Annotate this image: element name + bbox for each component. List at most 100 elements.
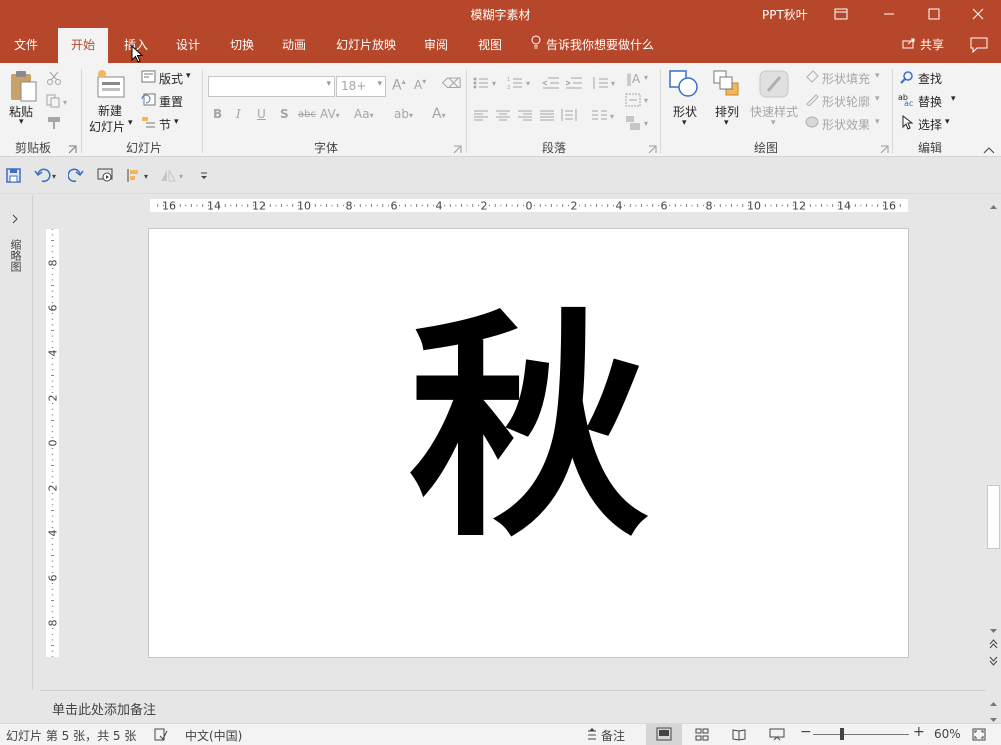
paste-dropdown-icon[interactable]: ▾ [19,117,24,127]
quick-styles-dropdown-icon[interactable]: ▾ [771,118,776,128]
tab-file[interactable]: 文件 [4,28,48,63]
maximize-icon[interactable] [911,0,957,28]
notes-pane[interactable]: 单击此处添加备注 [40,690,986,723]
increase-indent-icon[interactable] [565,76,583,93]
previous-slide-icon[interactable] [989,638,998,652]
shapes-dropdown-icon[interactable]: ▾ [682,118,687,128]
smartart-convert-icon[interactable]: ▾ [625,115,651,134]
replace-button[interactable]: 替换 [918,93,942,110]
text-shadow-icon[interactable]: S [280,107,289,121]
next-slide-icon[interactable] [989,655,998,669]
format-painter-icon[interactable] [46,116,62,133]
normal-view-icon[interactable] [646,724,682,745]
highlight-icon[interactable]: ab▾ [394,107,413,121]
shape-outline-icon[interactable] [805,93,820,109]
scroll-down-icon[interactable] [989,623,998,637]
notes-toggle-icon[interactable] [586,728,598,744]
save-icon[interactable] [6,168,21,186]
replace-icon[interactable]: ab ac [898,92,914,109]
thumbnails-panel[interactable]: 缩略图 [0,195,33,690]
font-size-dropdown-icon[interactable]: ▾ [377,79,382,89]
line-spacing-icon[interactable]: ▾ [591,76,617,93]
new-slide-label-2[interactable]: 幻灯片 [89,118,125,135]
notes-toggle-button[interactable]: 备注 [601,727,625,744]
shape-effects-icon[interactable] [805,116,820,132]
shape-fill-icon[interactable] [805,70,820,86]
tell-me-search[interactable]: 告诉我你想要做什么 [530,28,654,63]
slideshow-view-icon[interactable] [769,728,785,744]
align-objects-icon[interactable]: ▾ [126,168,152,186]
language-indicator[interactable]: 中文(中国) [185,727,242,744]
cut-icon[interactable] [46,71,62,88]
align-right-icon[interactable] [517,110,533,125]
character-spacing-icon[interactable]: AV▾ [320,107,340,121]
distributed-icon[interactable] [561,108,577,125]
copy-icon[interactable]: ▾ [46,94,72,111]
numbering-icon[interactable]: 1 3 ▾ [507,76,533,93]
shape-outline-dropdown-icon[interactable]: ▾ [875,94,880,104]
align-center-icon[interactable] [495,110,511,125]
tab-view[interactable]: 视图 [468,28,512,63]
select-dropdown-icon[interactable]: ▾ [945,117,950,127]
zoom-slider[interactable] [813,734,909,735]
bold-icon[interactable]: B [213,107,222,121]
expand-thumbnails-icon[interactable] [11,213,19,227]
font-name-dropdown-icon[interactable]: ▾ [326,79,331,89]
shapes-icon[interactable] [668,69,700,102]
strikethrough-icon[interactable]: abc [298,109,316,120]
tab-home[interactable]: 开始 [58,28,108,63]
slide-canvas[interactable]: 秋 [148,228,909,658]
zoom-slider-handle[interactable] [840,728,844,740]
clear-formatting-icon[interactable]: ⌫ [442,76,462,92]
change-case-icon[interactable]: Aa▾ [354,107,374,121]
increase-font-size-icon[interactable]: A▴ [392,77,406,94]
italic-icon[interactable]: I [236,107,241,121]
scroll-up-icon[interactable] [989,199,998,213]
user-name[interactable]: PPT秋叶 [762,6,808,23]
start-slideshow-icon[interactable] [97,168,115,186]
customize-qat-icon[interactable] [199,170,209,185]
minimize-icon[interactable] [866,0,912,28]
justify-icon[interactable] [539,110,555,125]
rotate-objects-icon[interactable]: ▾ [159,168,187,186]
shape-fill-button[interactable]: 形状填充 [822,70,870,87]
close-icon[interactable] [955,0,1001,28]
font-launcher-icon[interactable] [453,143,462,157]
collapse-ribbon-icon[interactable] [983,143,995,157]
font-name-box[interactable]: ▾ [208,76,335,97]
slide-sorter-icon[interactable] [695,728,709,744]
new-slide-label-1[interactable]: 新建 [98,102,122,119]
redo-icon[interactable] [67,168,84,186]
new-slide-icon[interactable] [96,69,126,102]
section-icon[interactable] [141,116,156,132]
shape-effects-dropdown-icon[interactable]: ▾ [875,117,880,127]
notes-scrollbar[interactable] [986,690,1001,723]
shape-outline-button[interactable]: 形状轮廓 [822,93,870,110]
spelling-check-icon[interactable] [154,728,168,744]
reading-view-icon[interactable] [732,728,746,744]
comments-icon[interactable] [970,37,988,56]
columns-icon[interactable]: ▾ [591,110,617,125]
reset-icon[interactable] [141,93,156,109]
font-size-box[interactable]: 18+ ▾ [336,76,386,97]
undo-icon[interactable]: ▾ [34,168,60,186]
arrange-icon[interactable] [712,69,742,102]
text-direction-icon[interactable]: ‖A ▾ [625,69,651,90]
tab-animations[interactable]: 动画 [272,28,316,63]
select-icon[interactable] [902,114,914,133]
layout-dropdown-icon[interactable]: ▾ [186,71,191,81]
align-left-icon[interactable] [473,110,489,125]
fit-to-window-icon[interactable] [972,728,986,744]
bullets-icon[interactable]: ▾ [473,76,499,93]
scrollbar-thumb[interactable] [987,485,1000,549]
replace-dropdown-icon[interactable]: ▾ [951,94,956,104]
decrease-indent-icon[interactable] [541,76,560,93]
quick-styles-icon[interactable] [758,69,790,102]
tab-review[interactable]: 审阅 [414,28,458,63]
ribbon-display-options-icon[interactable] [818,0,864,28]
tab-transitions[interactable]: 切换 [220,28,264,63]
vertical-ruler[interactable]: 8 6 4 2 0 2 4 6 8 [46,228,60,658]
arrange-dropdown-icon[interactable]: ▾ [724,118,729,128]
section-button[interactable]: 节 [159,116,171,133]
layout-icon[interactable] [141,70,156,86]
